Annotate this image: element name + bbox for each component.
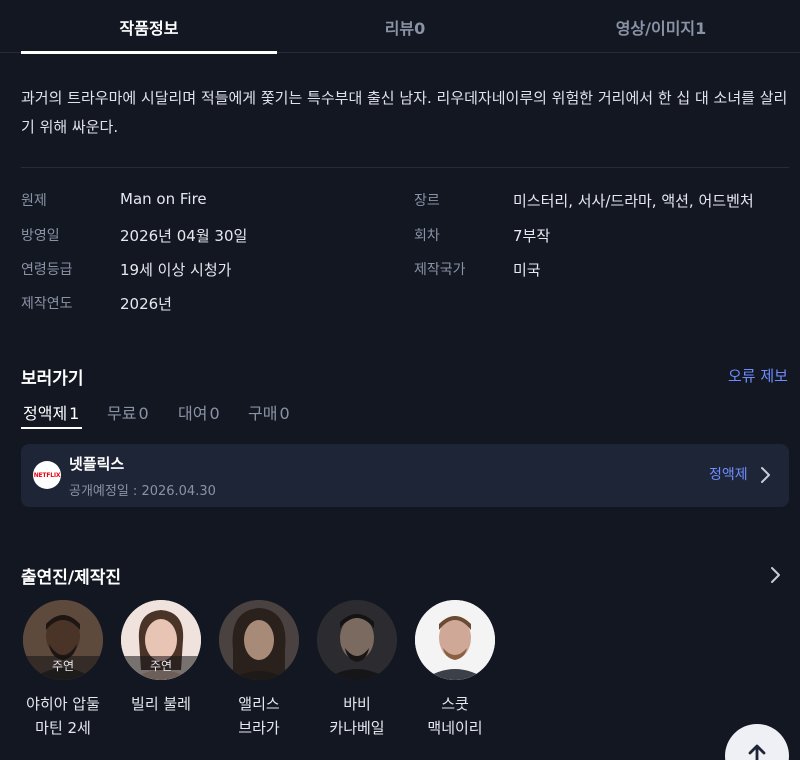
cast-section-title: 출연진/제작진 — [21, 568, 122, 588]
sub-tab-count: 0 — [209, 404, 220, 423]
info-label-country: 제작국가 — [414, 262, 466, 278]
sub-tab-buy[interactable]: 구매 0 — [248, 400, 290, 424]
avatar: 주연 — [23, 600, 103, 680]
role-badge: 주연 — [23, 656, 103, 680]
report-error-link[interactable]: 오류 제보 — [728, 365, 788, 386]
info-value-production-year: 2026년 — [120, 295, 172, 313]
cast-name: 바비 카나베일 — [329, 695, 385, 737]
sub-tab-count: 1 — [69, 404, 80, 423]
watch-section-title: 보러가기 — [21, 369, 84, 389]
tab-media[interactable]: 영상/이미지1 — [533, 0, 789, 53]
sub-tab-label: 구매 — [248, 404, 278, 423]
person-photo-icon — [219, 600, 299, 680]
sub-tab-free[interactable]: 무료 0 — [107, 400, 149, 424]
netflix-logo-text: NETFLIX — [33, 471, 61, 479]
sub-tab-label: 무료 — [107, 404, 137, 423]
sub-tab-indicator — [21, 427, 82, 429]
cast-item[interactable]: 스쿳 맥네이리 — [413, 600, 509, 740]
cast-item[interactable]: 바비 카나베일 — [315, 600, 411, 740]
cast-name: 스쿳 맥네이리 — [427, 695, 483, 737]
sub-tab-count: 0 — [279, 404, 290, 423]
tab-info[interactable]: 작품정보 — [21, 0, 277, 54]
info-label-genre: 장르 — [414, 193, 440, 209]
cast-more-chevron-icon[interactable] — [766, 564, 786, 586]
divider — [21, 167, 789, 168]
person-photo-icon — [415, 600, 495, 680]
sub-tab-count: 0 — [138, 404, 149, 423]
provider-release-date: 공개예정일 : 2026.04.30 — [69, 484, 216, 499]
cast-item[interactable]: 주연 야히아 압둘 마틴 2세 — [21, 600, 117, 740]
cast-item[interactable]: 앨리스 브라가 — [217, 600, 313, 740]
info-value-episodes: 7부작 — [513, 227, 551, 245]
cast-item[interactable]: 주연 빌리 불레 — [119, 600, 215, 716]
tab-bar: 작품정보 리뷰0 영상/이미지1 — [0, 0, 800, 54]
avatar — [317, 600, 397, 680]
provider-name: 넷플릭스 — [69, 455, 125, 473]
cast-name: 앨리스 브라가 — [238, 695, 280, 737]
netflix-logo-icon: NETFLIX — [33, 461, 61, 489]
info-value-age-rating: 19세 이상 시청가 — [120, 261, 232, 279]
sub-tab-label: 정액제 — [23, 404, 68, 423]
tab-reviews[interactable]: 리뷰0 — [277, 0, 533, 53]
cast-name: 빌리 불레 — [131, 695, 191, 713]
synopsis: 과거의 트라우마에 시달리며 적들에게 쫓기는 특수부대 출신 남자. 리우데자… — [21, 89, 788, 136]
info-value-country: 미국 — [513, 261, 541, 279]
info-value-original-title: Man on Fire — [120, 190, 207, 208]
arrow-up-icon — [748, 744, 766, 760]
sub-tab-subscription[interactable]: 정액제 1 — [23, 400, 79, 424]
info-value-genre: 미스터리, 서사/드라마, 액션, 어드벤처 — [513, 192, 754, 210]
sub-tab-label: 대여 — [178, 404, 208, 423]
provider-card-netflix[interactable]: NETFLIX 넷플릭스 공개예정일 : 2026.04.30 정액제 — [21, 444, 789, 507]
role-badge: 주연 — [121, 656, 201, 680]
info-label-air-date: 방영일 — [21, 228, 60, 244]
person-photo-icon — [317, 600, 397, 680]
scroll-to-top-button[interactable] — [725, 724, 789, 760]
avatar — [219, 600, 299, 680]
sub-tab-rent[interactable]: 대여 0 — [178, 400, 220, 424]
info-label-production-year: 제작연도 — [21, 296, 73, 312]
cast-name: 야히아 압둘 마틴 2세 — [26, 695, 100, 737]
info-value-air-date: 2026년 04월 30일 — [120, 227, 248, 245]
info-label-original-title: 원제 — [21, 193, 47, 209]
info-label-episodes: 회차 — [414, 228, 440, 244]
info-label-age-rating: 연령등급 — [21, 262, 73, 278]
avatar: 주연 — [121, 600, 201, 680]
provider-type: 정액제 — [709, 467, 748, 483]
avatar — [415, 600, 495, 680]
chevron-right-icon — [761, 467, 770, 483]
